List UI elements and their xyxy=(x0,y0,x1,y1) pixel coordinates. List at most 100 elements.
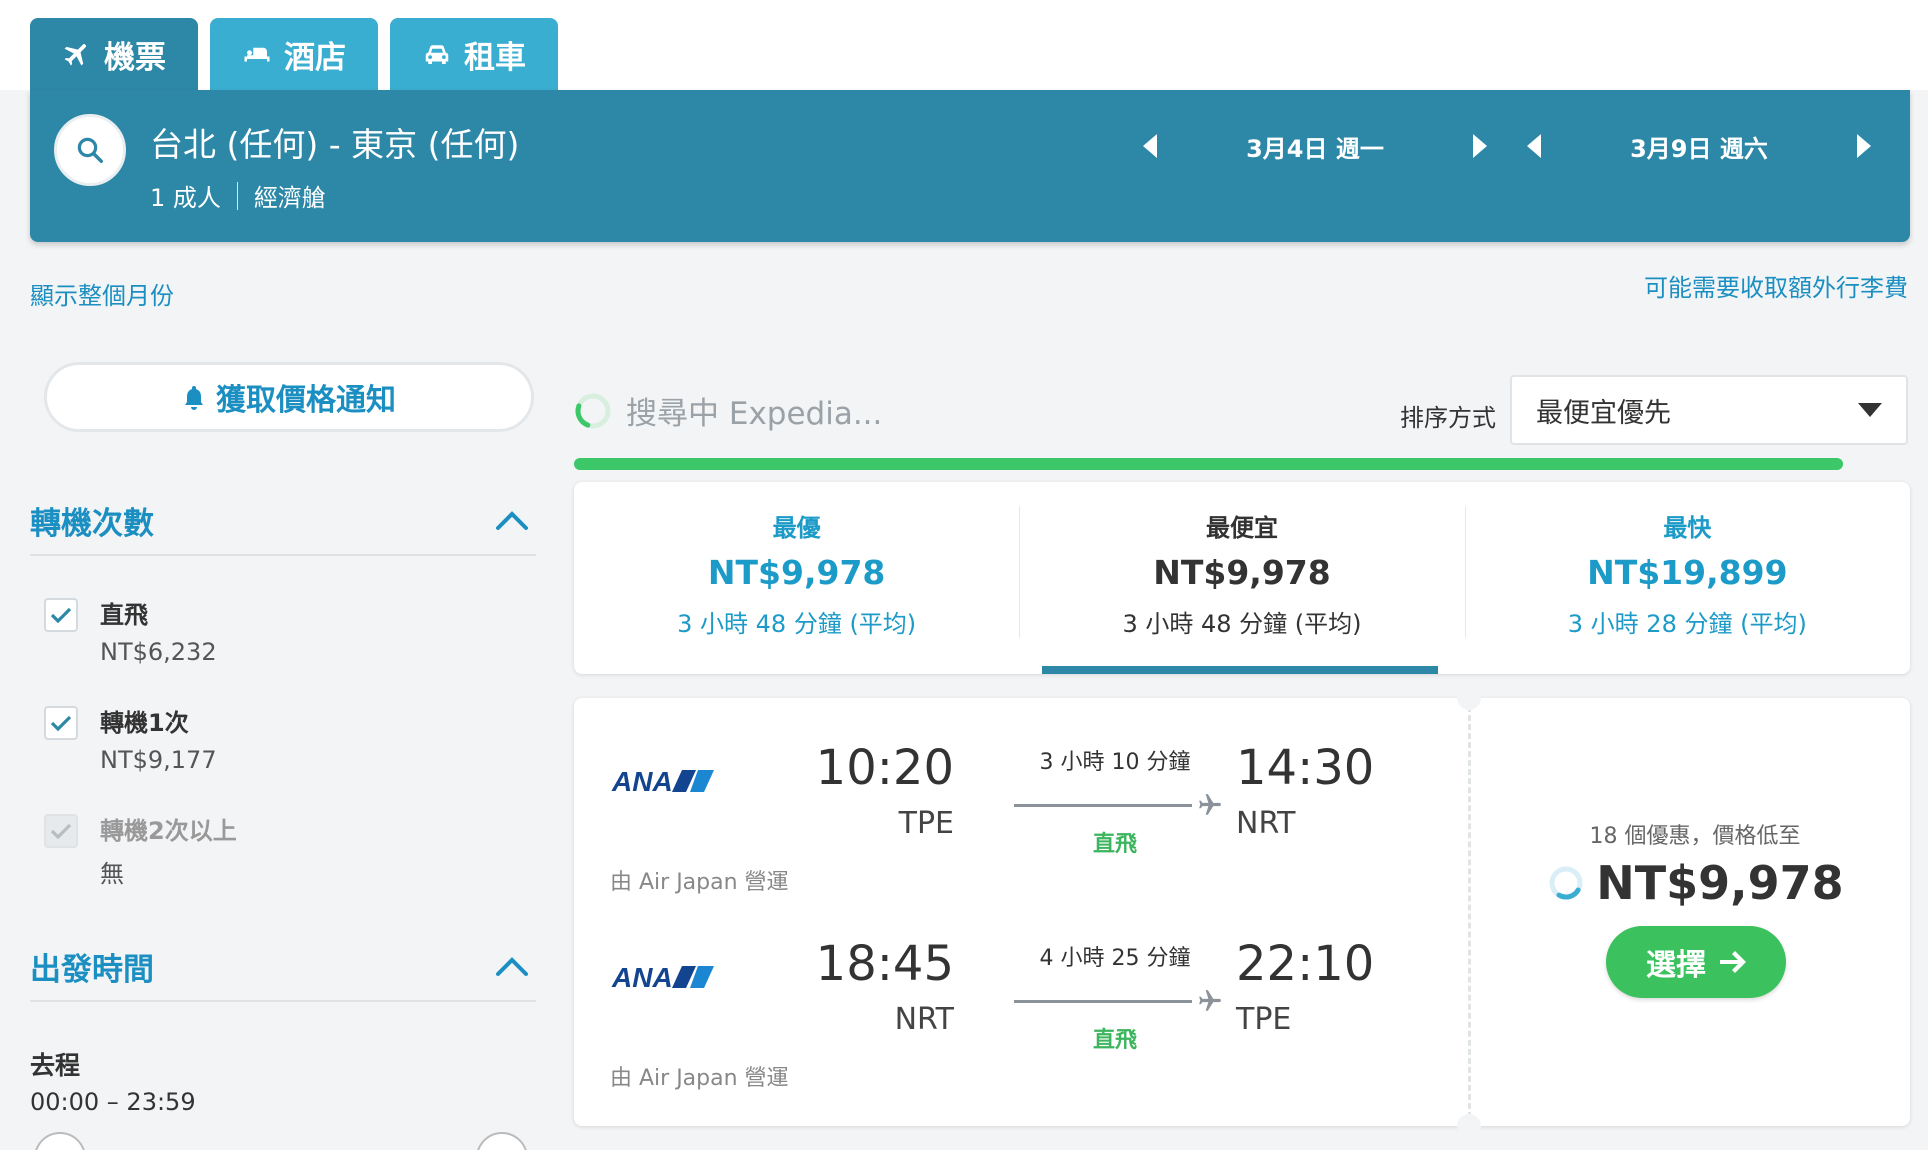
route-text[interactable]: 台北 (任何) - 東京 (任何) xyxy=(150,118,519,166)
search-icon xyxy=(77,137,103,163)
departure-section-title: 出發時間 xyxy=(30,952,154,988)
check-icon xyxy=(50,823,72,840)
summary-cheapest-title: 最便宜 xyxy=(1205,514,1278,542)
chevron-up-icon[interactable] xyxy=(494,508,530,532)
product-tabs: 機票 酒店 租車 xyxy=(30,18,558,90)
baggage-fee-link[interactable]: 可能需要收取額外行李費 xyxy=(1644,268,1908,303)
outbound-route-line xyxy=(1014,792,1224,818)
depart-next-button[interactable] xyxy=(1460,120,1500,172)
result-price-value: NT$9,978 xyxy=(1596,856,1844,910)
summary-cheapest-price: NT$9,978 xyxy=(1153,553,1331,592)
two-plus-label: 轉機2次以上 xyxy=(100,817,237,845)
tab-cars-label: 租車 xyxy=(464,39,526,76)
tab-hotels[interactable]: 酒店 xyxy=(210,18,378,90)
return-route-line xyxy=(1014,988,1224,1014)
time-slider-end-handle[interactable] xyxy=(476,1132,528,1150)
deals-count: 18 個優惠，價格低至 xyxy=(1589,824,1801,849)
show-month-link[interactable]: 顯示整個月份 xyxy=(30,276,174,311)
return-arrival-time: 22:10 xyxy=(1236,936,1375,992)
return-leg: ANA 18:45 NRT 4 小時 25 分鐘 直飛 22:10 TPE 由 … xyxy=(610,930,1440,1091)
stops-filter-one-stop[interactable]: 轉機1次 NT$9,177 xyxy=(44,706,217,774)
return-operator: 由 Air Japan 營運 xyxy=(610,1066,789,1091)
summary-tab-best[interactable]: 最優 NT$9,978 3 小時 48 分鐘 (平均) xyxy=(574,482,1019,674)
sort-select[interactable]: 最便宜優先 xyxy=(1510,375,1908,445)
svg-text:ANA: ANA xyxy=(611,766,673,797)
summary-cheapest-duration: 3 小時 48 分鐘 (平均) xyxy=(1122,610,1362,638)
summary-tab-fastest[interactable]: 最快 NT$19,899 3 小時 28 分鐘 (平均) xyxy=(1464,482,1910,674)
return-departure-time: 18:45 xyxy=(815,936,954,992)
stops-filter-nonstop[interactable]: 直飛 NT$6,232 xyxy=(44,598,217,666)
search-button[interactable] xyxy=(54,114,126,186)
ticket-notch-top xyxy=(1457,686,1481,710)
summary-best-title: 最優 xyxy=(772,514,821,542)
result-summary-tabs: 最優 NT$9,978 3 小時 48 分鐘 (平均) 最便宜 NT$9,978… xyxy=(574,482,1910,674)
ana-logo-icon: ANA xyxy=(611,766,714,797)
sort-label: 排序方式 xyxy=(1400,404,1496,432)
return-next-button[interactable] xyxy=(1844,120,1884,172)
return-prev-button[interactable] xyxy=(1514,120,1554,172)
outbound-leg: ANA 10:20 TPE 3 小時 10 分鐘 直飛 14:30 NRT 由 … xyxy=(610,734,1440,895)
passenger-cabin[interactable]: 1 成人 經濟艙 xyxy=(150,178,326,213)
return-departure-code: NRT xyxy=(894,1002,954,1037)
one-stop-checkbox[interactable] xyxy=(44,706,78,740)
ana-logo-icon: ANA xyxy=(611,962,714,993)
select-flight-button[interactable]: 選擇 xyxy=(1606,926,1786,998)
outbound-duration: 3 小時 10 分鐘 xyxy=(1039,750,1191,775)
arrow-right-icon xyxy=(1720,951,1746,973)
depart-date-picker: 3月4日 週一 xyxy=(1130,120,1500,172)
select-label: 選擇 xyxy=(1646,948,1706,983)
one-stop-price: NT$9,177 xyxy=(100,746,217,774)
caret-right-icon xyxy=(1473,134,1487,158)
tab-hotels-label: 酒店 xyxy=(284,39,346,76)
check-icon xyxy=(50,607,72,624)
nonstop-label: 直飛 xyxy=(100,601,148,629)
return-duration: 4 小時 25 分鐘 xyxy=(1039,946,1191,971)
two-plus-checkbox xyxy=(44,814,78,848)
plane-icon xyxy=(1199,794,1221,815)
bed-icon xyxy=(244,46,270,62)
return-date[interactable]: 3月9日 週六 xyxy=(1554,129,1844,164)
caret-right-icon xyxy=(1857,134,1871,158)
ticket-divider xyxy=(1468,706,1471,1118)
outbound-label: 去程 xyxy=(30,1051,81,1080)
summary-fastest-price: NT$19,899 xyxy=(1587,553,1788,592)
pax-divider xyxy=(236,181,238,210)
summary-fastest-title: 最快 xyxy=(1663,514,1712,542)
flight-result-card[interactable]: ANA 10:20 TPE 3 小時 10 分鐘 直飛 14:30 NRT 由 … xyxy=(574,686,1910,1138)
loading-spinner-icon xyxy=(1549,866,1583,900)
search-status: 搜尋中 Expedia... xyxy=(574,388,882,433)
bell-icon xyxy=(185,386,203,410)
plane-icon xyxy=(1199,990,1221,1011)
return-date-picker: 3月9日 週六 xyxy=(1514,120,1884,172)
caret-left-icon xyxy=(1143,134,1157,158)
summary-best-price: NT$9,978 xyxy=(707,553,886,592)
tab-cars[interactable]: 租車 xyxy=(390,18,558,90)
summary-tab-cheapest[interactable]: 最便宜 NT$9,978 3 小時 48 分鐘 (平均) xyxy=(1019,482,1464,674)
plane-icon xyxy=(64,44,86,66)
search-summary-bar: 台北 (任何) - 東京 (任何) 1 成人 經濟艙 3月4日 週一 3月9日 … xyxy=(30,90,1910,242)
outbound-arrival-time: 14:30 xyxy=(1236,740,1375,796)
chevron-up-icon[interactable] xyxy=(494,954,530,978)
tab-flights[interactable]: 機票 xyxy=(30,18,198,90)
return-stops: 直飛 xyxy=(1092,1028,1137,1053)
sort-value: 最便宜優先 xyxy=(1536,397,1671,429)
outbound-departure-time: 10:20 xyxy=(815,740,954,796)
nonstop-checkbox[interactable] xyxy=(44,598,78,632)
stops-filter-two-plus: 轉機2次以上 無 xyxy=(44,814,237,889)
depart-date[interactable]: 3月4日 週一 xyxy=(1170,129,1460,164)
time-slider-start-handle[interactable] xyxy=(34,1132,86,1150)
one-stop-label: 轉機1次 xyxy=(100,709,189,737)
tab-flights-label: 機票 xyxy=(104,39,166,76)
outbound-arrival-code: NRT xyxy=(1236,806,1296,841)
depart-prev-button[interactable] xyxy=(1130,120,1170,172)
stops-divider xyxy=(30,554,536,556)
price-alert-label: 獲取價格通知 xyxy=(216,383,396,418)
summary-best-duration: 3 小時 48 分鐘 (平均) xyxy=(677,610,917,638)
search-progress-bar xyxy=(574,458,1843,470)
nonstop-price: NT$6,232 xyxy=(100,638,217,666)
departure-divider xyxy=(30,1000,536,1002)
price-alert-button[interactable]: 獲取價格通知 xyxy=(44,362,534,432)
active-tab-indicator xyxy=(1042,666,1438,674)
two-plus-price: 無 xyxy=(100,860,124,888)
passengers-text: 1 成人 xyxy=(150,184,221,212)
